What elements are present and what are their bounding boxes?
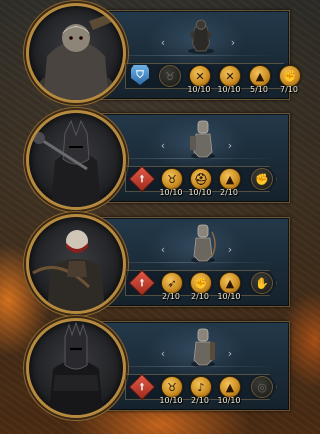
skill-level: 2/10 xyxy=(191,292,209,301)
skill-level: 2/10 xyxy=(191,396,209,405)
archer-icon[interactable]: ➶ xyxy=(161,272,183,294)
bull-icon[interactable]: ♉ xyxy=(161,376,183,398)
skill-level: 10/10 xyxy=(187,85,211,94)
next-unit-arrow[interactable]: › xyxy=(229,37,237,49)
skill-level: 10/10 xyxy=(188,188,212,197)
horn-icon[interactable]: ♪ xyxy=(190,376,212,398)
skill-level: 2/10 xyxy=(162,292,180,301)
skill-level: 10/10 xyxy=(159,188,183,197)
hero-portrait[interactable] xyxy=(26,318,126,418)
skill-level: 5/10 xyxy=(250,85,268,94)
arm-icon[interactable]: ✊ xyxy=(190,272,212,294)
troop-unit-icon xyxy=(187,19,215,54)
hero-row-3: ‹ › † ➶ 2/10 ✊ 2/10 ▲ 10/10 ✋ xyxy=(0,210,320,314)
crossed-axes-icon[interactable]: ✕ xyxy=(219,65,241,87)
prev-unit-arrow[interactable]: ‹ xyxy=(159,244,167,256)
hood-icon[interactable]: ▲ xyxy=(219,168,241,190)
next-unit-arrow[interactable]: › xyxy=(226,348,234,360)
hood-icon[interactable]: ▲ xyxy=(219,272,241,294)
skill-level: 10/10 xyxy=(217,292,241,301)
skill-level: 10/10 xyxy=(159,396,183,405)
fist-icon[interactable]: ✊ xyxy=(251,168,273,190)
hero-portrait[interactable] xyxy=(26,110,126,210)
target-icon[interactable]: ◎ xyxy=(251,376,273,398)
skill-level: 2/10 xyxy=(220,188,238,197)
hero-portrait[interactable] xyxy=(26,3,126,103)
hand-icon[interactable]: ✋ xyxy=(251,272,273,294)
helmet-icon[interactable]: ⛑ xyxy=(190,168,212,190)
skill-level: 10/10 xyxy=(217,396,241,405)
skill-level: 10/10 xyxy=(217,85,241,94)
next-unit-arrow[interactable]: › xyxy=(226,244,234,256)
troop-unit-icon xyxy=(191,224,216,263)
prev-unit-arrow[interactable]: ‹ xyxy=(159,140,167,152)
prev-unit-arrow[interactable]: ‹ xyxy=(159,37,167,49)
hero-row-2: ‹ › † ♉ 10/10 ⛑ 10/10 ▲ 2/10 ✊ xyxy=(0,106,320,210)
hero-row-1: ‹ › ⛉ ♉ ✕ 10/10 ✕ 10/10 ▲ 5/10 ✊ 7/10 xyxy=(0,3,320,103)
prev-unit-arrow[interactable]: ‹ xyxy=(159,348,167,360)
next-unit-arrow[interactable]: › xyxy=(226,140,234,152)
hero-row-4: ‹ › † ♉ 10/10 ♪ 2/10 ▲ 10/10 ◎ xyxy=(0,314,320,418)
fist-icon[interactable]: ✊ xyxy=(279,65,301,87)
troop-unit-icon xyxy=(190,120,215,159)
crossed-axes-icon[interactable]: ✕ xyxy=(189,65,211,87)
hero-portrait[interactable] xyxy=(26,214,126,314)
boot-icon[interactable]: ▲ xyxy=(249,65,271,87)
bull-icon[interactable]: ♉ xyxy=(159,65,181,87)
bull-icon[interactable]: ♉ xyxy=(161,168,183,190)
hood-icon[interactable]: ▲ xyxy=(219,376,241,398)
skill-level: 7/10 xyxy=(280,85,298,94)
troop-unit-icon xyxy=(191,328,215,367)
